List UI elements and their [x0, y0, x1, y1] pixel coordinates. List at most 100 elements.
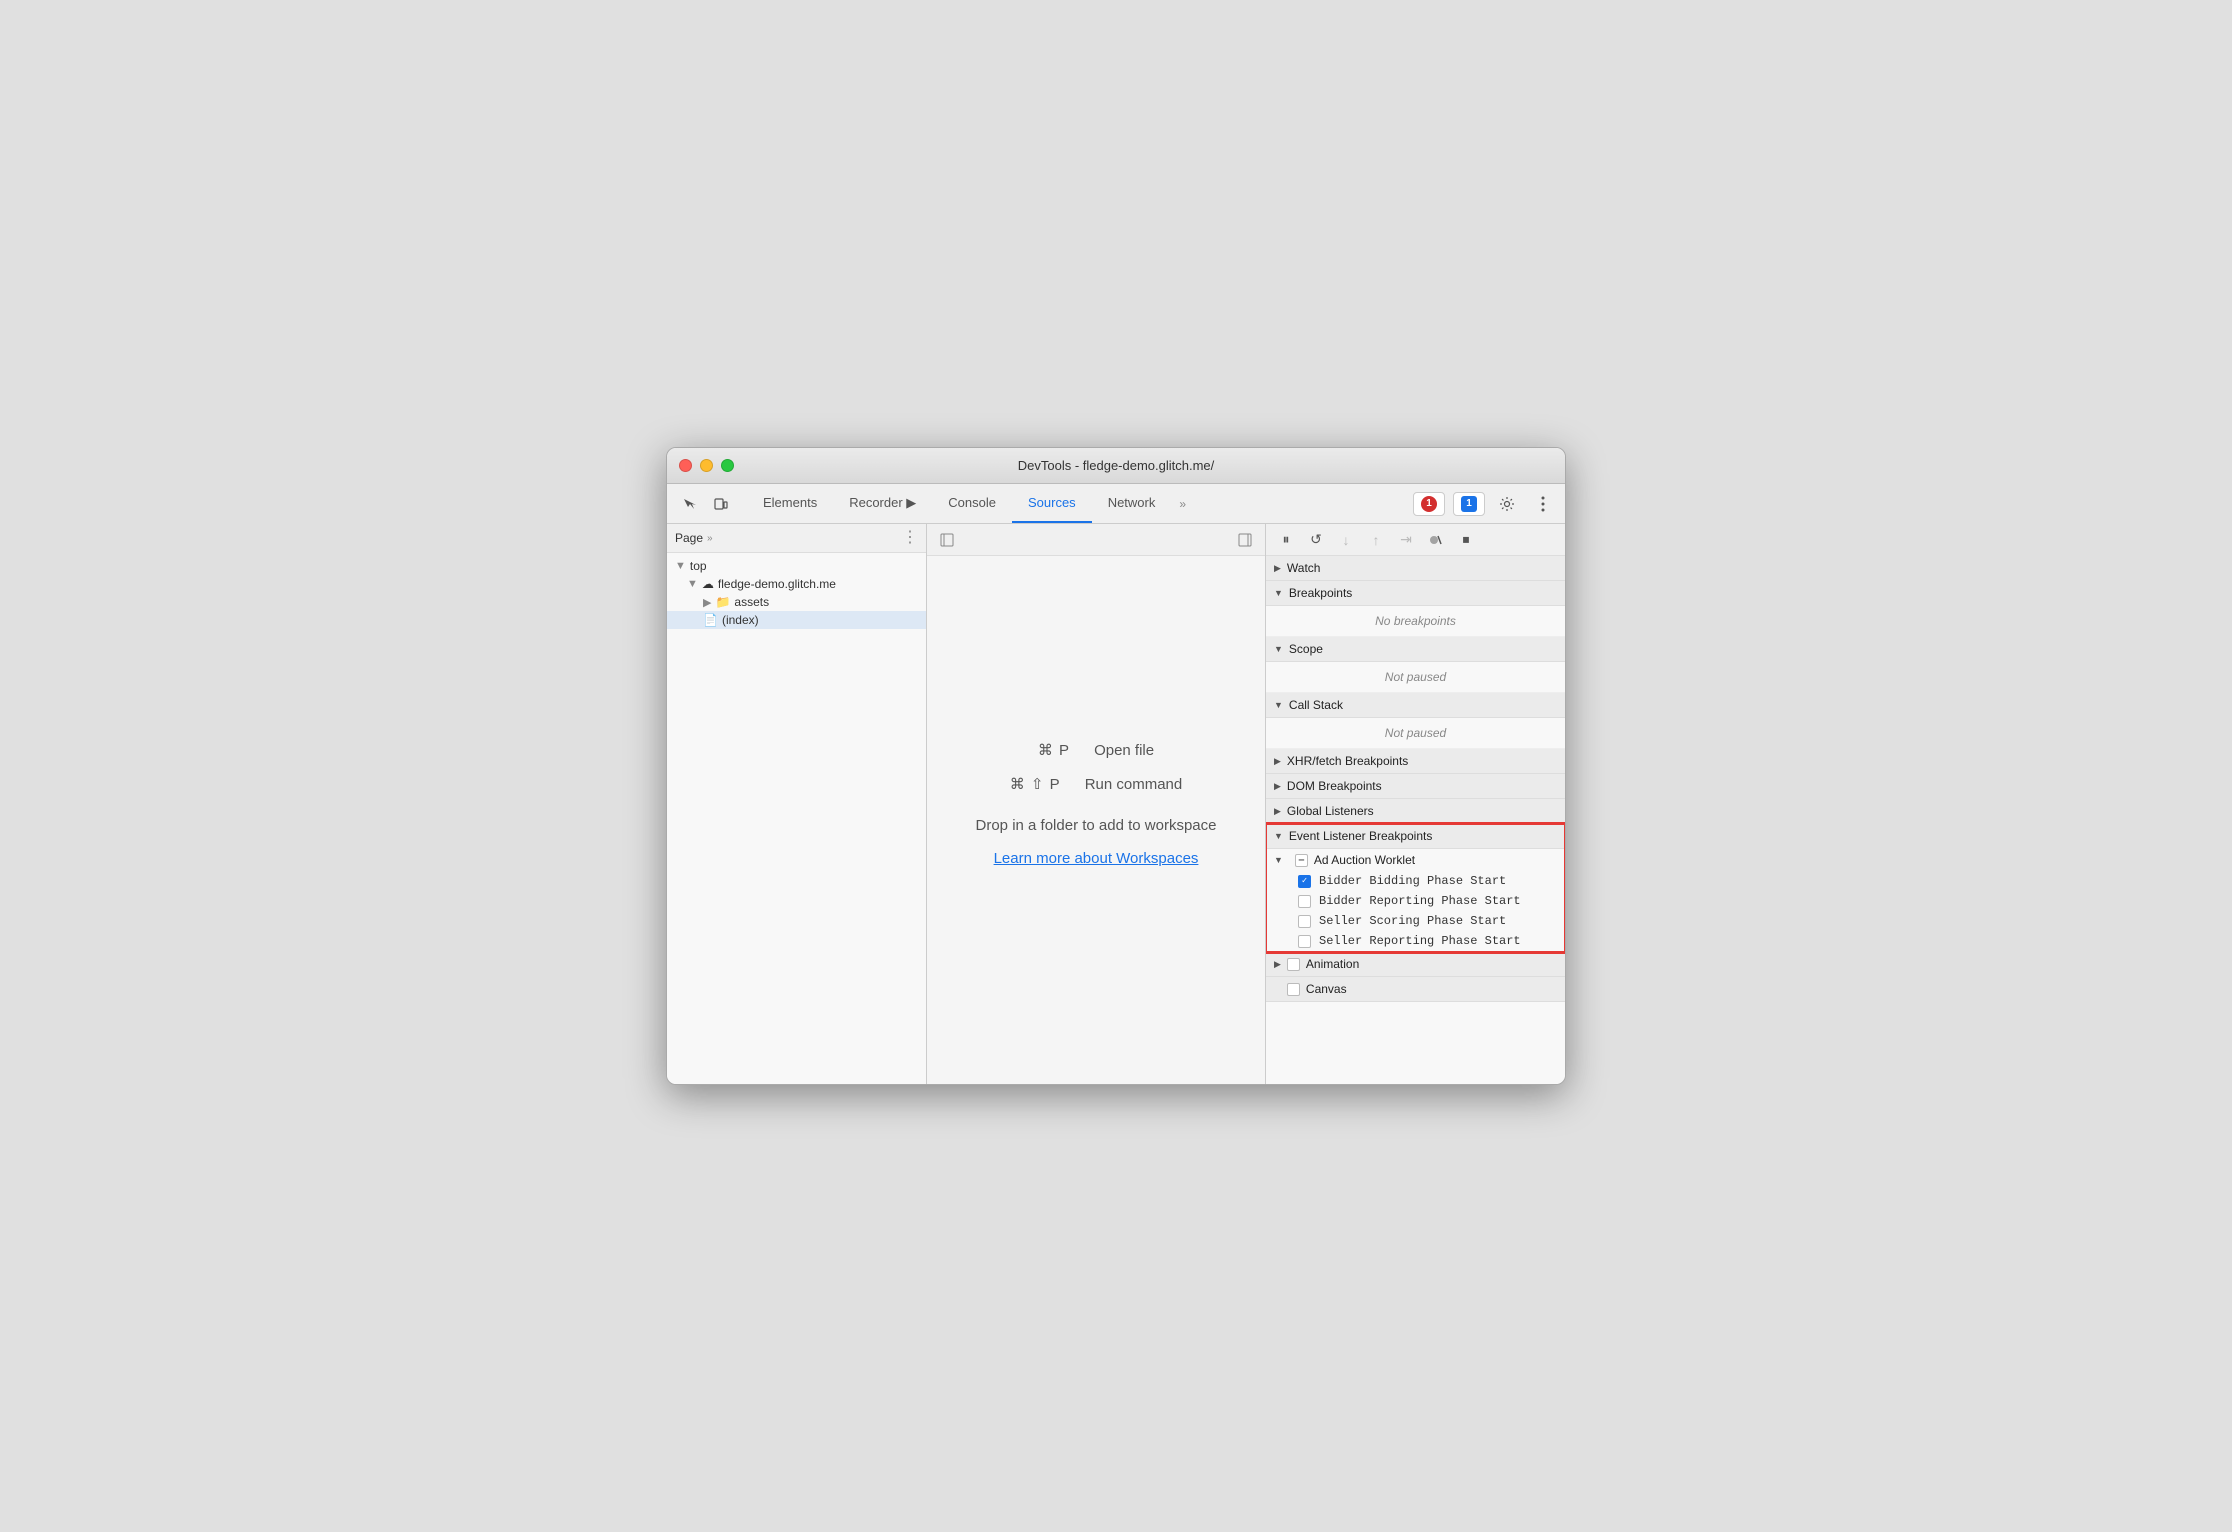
global-listeners-header[interactable]: ▶ Global Listeners: [1266, 799, 1565, 824]
right-sections: ▶ Watch ▼ Breakpoints No breakpoints ▼ S…: [1266, 556, 1565, 1084]
bidder-bidding-checkbox[interactable]: [1298, 875, 1311, 888]
more-tabs-button[interactable]: »: [1171, 497, 1194, 511]
maximize-button[interactable]: [721, 459, 734, 472]
main-content: Page » ⋮ ▼ top ▼ ☁ fledge-demo.glitch.me: [667, 524, 1565, 1084]
more-options-icon[interactable]: [1529, 490, 1557, 518]
workspace-link[interactable]: Learn more about Workspaces: [994, 850, 1199, 867]
middle-panel: ⌘ P Open file ⌘ ⇧ P Run command Drop in …: [927, 524, 1265, 1084]
bidder-reporting-label: Bidder Reporting Phase Start: [1319, 894, 1521, 908]
arrow-down-icon: ▼: [687, 578, 698, 590]
call-stack-label: Call Stack: [1289, 698, 1343, 712]
ad-auction-worklet-group: ▼ – Ad Auction Worklet Bidder Bidding Ph…: [1266, 849, 1565, 952]
animation-chevron-icon: ▶: [1274, 959, 1281, 970]
scope-section-header[interactable]: ▼ Scope: [1266, 637, 1565, 662]
drop-folder-text: Drop in a folder to add to workspace: [976, 817, 1217, 834]
shortcut-open-file: ⌘ P Open file: [1038, 741, 1154, 759]
bidder-reporting-checkbox[interactable]: [1298, 895, 1311, 908]
canvas-checkbox[interactable]: [1287, 983, 1300, 996]
file-icon: 📄: [703, 613, 718, 627]
page-chevron: »: [707, 533, 713, 544]
info-count: 1: [1461, 496, 1477, 512]
scope-chevron-icon: ▼: [1274, 644, 1283, 654]
scope-label: Scope: [1289, 642, 1323, 656]
tree-item-top[interactable]: ▼ top: [667, 557, 926, 575]
info-badge-button[interactable]: 1: [1453, 492, 1485, 516]
left-panel-header: Page » ⋮: [667, 524, 926, 553]
close-sidebar-icon[interactable]: [935, 528, 959, 552]
shortcut-run-command: ⌘ ⇧ P Run command: [1010, 775, 1182, 793]
step-over-icon[interactable]: ↺: [1304, 528, 1328, 552]
tree-item-fledge-demo[interactable]: ▼ ☁ fledge-demo.glitch.me: [667, 575, 926, 593]
ad-auction-label: Ad Auction Worklet: [1314, 853, 1415, 867]
breakpoints-label: Breakpoints: [1289, 586, 1352, 600]
tab-network[interactable]: Network: [1092, 484, 1172, 523]
tree-item-label: fledge-demo.glitch.me: [718, 577, 836, 591]
page-label: Page: [675, 531, 703, 545]
step-out-icon[interactable]: ↑: [1364, 528, 1388, 552]
tree-item-label: top: [690, 559, 707, 573]
main-toolbar: Elements Recorder ▶ Console Sources Netw…: [667, 484, 1565, 524]
watch-label: Watch: [1287, 561, 1321, 575]
call-stack-section-header[interactable]: ▼ Call Stack: [1266, 693, 1565, 718]
pause-on-exception-icon[interactable]: ⏹: [1454, 528, 1478, 552]
seller-scoring-checkbox[interactable]: [1298, 915, 1311, 928]
watch-section-header[interactable]: ▶ Watch: [1266, 556, 1565, 581]
deactivate-breakpoints-icon[interactable]: [1424, 528, 1448, 552]
dom-breakpoints-header[interactable]: ▶ DOM Breakpoints: [1266, 774, 1565, 799]
toolbar-icons: [675, 490, 735, 518]
animation-section-header[interactable]: ▶ Animation: [1266, 952, 1565, 977]
ad-auction-chevron-icon: ▼: [1274, 855, 1283, 865]
minimize-button[interactable]: [700, 459, 713, 472]
dom-label: DOM Breakpoints: [1287, 779, 1382, 793]
xhr-label: XHR/fetch Breakpoints: [1287, 754, 1408, 768]
step-icon[interactable]: ⇥: [1394, 528, 1418, 552]
title-bar: DevTools - fledge-demo.glitch.me/: [667, 448, 1565, 484]
traffic-lights: [679, 459, 734, 472]
device-toggle-icon[interactable]: [707, 490, 735, 518]
open-sidebar-right-icon[interactable]: [1233, 528, 1257, 552]
toolbar-tabs: Elements Recorder ▶ Console Sources Netw…: [747, 484, 1413, 523]
event-listener-chevron-icon: ▼: [1274, 831, 1283, 841]
animation-checkbox[interactable]: [1287, 958, 1300, 971]
step-into-icon[interactable]: ↓: [1334, 528, 1358, 552]
bidder-bidding-item: Bidder Bidding Phase Start: [1266, 871, 1565, 891]
tab-elements[interactable]: Elements: [747, 484, 833, 523]
tree-item-label: (index): [722, 613, 759, 627]
seller-scoring-item: Seller Scoring Phase Start: [1266, 911, 1565, 931]
middle-toolbar: [927, 524, 1265, 556]
tab-sources[interactable]: Sources: [1012, 484, 1092, 523]
right-panel: ⏸ ↺ ↓ ↑ ⇥ ⏹ ▶ Watch: [1265, 524, 1565, 1084]
tree-item-assets[interactable]: ▶ 📁 assets: [667, 593, 926, 611]
pause-icon[interactable]: ⏸: [1274, 528, 1298, 552]
ad-auction-minus-checkbox[interactable]: –: [1295, 854, 1308, 867]
tree-item-label: assets: [734, 595, 769, 609]
tree-item-index[interactable]: 📄 (index): [667, 611, 926, 629]
close-button[interactable]: [679, 459, 692, 472]
seller-reporting-checkbox[interactable]: [1298, 935, 1311, 948]
event-listener-breakpoints-header[interactable]: ▼ Event Listener Breakpoints: [1266, 824, 1565, 849]
xhr-breakpoints-header[interactable]: ▶ XHR/fetch Breakpoints: [1266, 749, 1565, 774]
bidder-bidding-label: Bidder Bidding Phase Start: [1319, 874, 1506, 888]
cursor-icon[interactable]: [675, 490, 703, 518]
call-stack-body: Not paused: [1266, 718, 1565, 749]
run-command-label: Run command: [1085, 776, 1183, 793]
canvas-section-header[interactable]: ▶ Canvas: [1266, 977, 1565, 1002]
global-chevron-icon: ▶: [1274, 806, 1281, 817]
breakpoints-section-header[interactable]: ▼ Breakpoints: [1266, 581, 1565, 606]
toolbar-right: 1 1: [1413, 490, 1557, 518]
panel-options-button[interactable]: ⋮: [902, 530, 918, 546]
canvas-label: Canvas: [1306, 982, 1347, 996]
arrow-down-icon: ▼: [675, 560, 686, 572]
error-badge-button[interactable]: 1: [1413, 492, 1445, 516]
tab-recorder[interactable]: Recorder ▶: [833, 484, 932, 523]
open-file-label: Open file: [1094, 742, 1154, 759]
tab-console[interactable]: Console: [932, 484, 1012, 523]
settings-icon[interactable]: [1493, 490, 1521, 518]
dom-chevron-icon: ▶: [1274, 781, 1281, 792]
middle-content: ⌘ P Open file ⌘ ⇧ P Run command Drop in …: [976, 741, 1217, 867]
window-title: DevTools - fledge-demo.glitch.me/: [1018, 458, 1215, 473]
watch-chevron-icon: ▶: [1274, 563, 1281, 574]
ad-auction-worklet-header[interactable]: ▼ – Ad Auction Worklet: [1266, 849, 1565, 871]
animation-label: Animation: [1306, 957, 1359, 971]
xhr-chevron-icon: ▶: [1274, 756, 1281, 767]
